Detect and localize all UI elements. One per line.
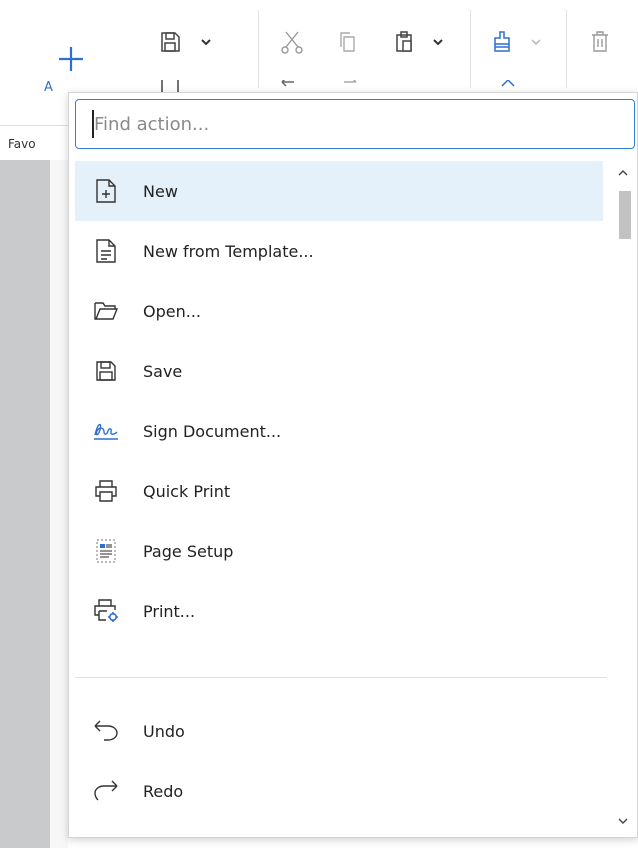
format-brush-button[interactable] [488,28,516,56]
document-background [0,160,50,848]
action-label: Open... [143,301,201,321]
redo-icon [344,80,357,83]
action-label: New from Template... [143,241,314,261]
save-icon [161,32,180,52]
action-item-new[interactable]: New [75,161,603,221]
delete-button[interactable] [586,28,614,56]
action-item-new-from-template[interactable]: New from Template... [75,221,603,281]
printer-settings-icon [91,596,121,626]
find-action-popup: New New from Template... Open... [68,92,638,838]
delete-icon [592,31,608,52]
scroll-down-button[interactable] [613,811,633,831]
action-label: Save [143,361,183,381]
cut-button[interactable] [278,28,306,56]
cut-icon [281,31,303,54]
save-icon [91,356,121,386]
ribbon-undo-button[interactable] [276,80,304,92]
chevron-down-icon [618,818,628,824]
printer-icon [91,476,121,506]
template-document-icon [91,236,121,266]
action-item-quick-print[interactable]: Quick Print [75,461,603,521]
format-brush-icon [494,31,510,52]
folder-icon [91,296,121,326]
ribbon-collapse-button[interactable] [496,80,520,92]
favorites-group-label: Favo [8,137,36,151]
undo-icon [281,80,294,87]
copy-icon [340,32,355,52]
action-item-open[interactable]: Open... [75,281,603,341]
undo-icon [91,716,121,746]
action-item-redo[interactable]: Redo [75,761,603,821]
new-document-icon [91,176,121,206]
redo-icon [91,776,121,806]
action-list-scrollbar[interactable] [613,161,633,833]
action-label: Redo [143,781,184,801]
chevron-down-icon [531,39,541,46]
action-label: Undo [143,721,185,741]
chevron-up-icon [501,80,515,87]
ribbon-separator [470,10,471,88]
ribbon-save-button[interactable] [156,28,184,56]
action-label: New [143,181,178,201]
ribbon-separator [258,10,259,88]
format-brush-dropdown[interactable] [526,32,546,52]
action-list-spacer [75,641,603,701]
chevron-down-icon [433,39,443,46]
action-label: Page Setup [143,541,234,561]
action-item-save[interactable]: Save [75,341,603,401]
find-action-search-box[interactable] [75,99,635,149]
action-label: Print... [143,601,196,621]
action-item-undo[interactable]: Undo [75,701,603,761]
plus-icon [59,47,83,71]
action-item-page-setup[interactable]: Page Setup [75,521,603,581]
action-item-print[interactable]: Print... [75,581,603,641]
action-label: Sign Document... [143,421,282,441]
add-button-label: A [44,80,53,95]
ribbon-save-dropdown[interactable] [196,32,216,52]
text-caret [92,110,94,138]
action-list: New New from Template... Open... Save Si… [75,161,603,821]
signature-icon [91,416,121,446]
paste-button[interactable] [390,28,418,56]
chevron-up-icon [618,170,628,176]
scroll-up-button[interactable] [613,163,633,183]
chevron-down-icon [201,39,211,46]
add-button[interactable] [54,42,88,76]
ribbon-redo-button[interactable] [334,80,362,92]
page-setup-icon [91,536,121,566]
action-label: Quick Print [143,481,231,501]
action-list-divider [75,677,607,678]
action-item-sign-document[interactable]: Sign Document... [75,401,603,461]
copy-button[interactable] [334,28,362,56]
paste-dropdown[interactable] [428,32,448,52]
ribbon-separator [566,10,567,88]
scrollbar-thumb[interactable] [619,191,631,239]
find-action-input[interactable] [92,108,616,140]
paste-icon [396,31,412,52]
document-page-edge [50,160,68,848]
